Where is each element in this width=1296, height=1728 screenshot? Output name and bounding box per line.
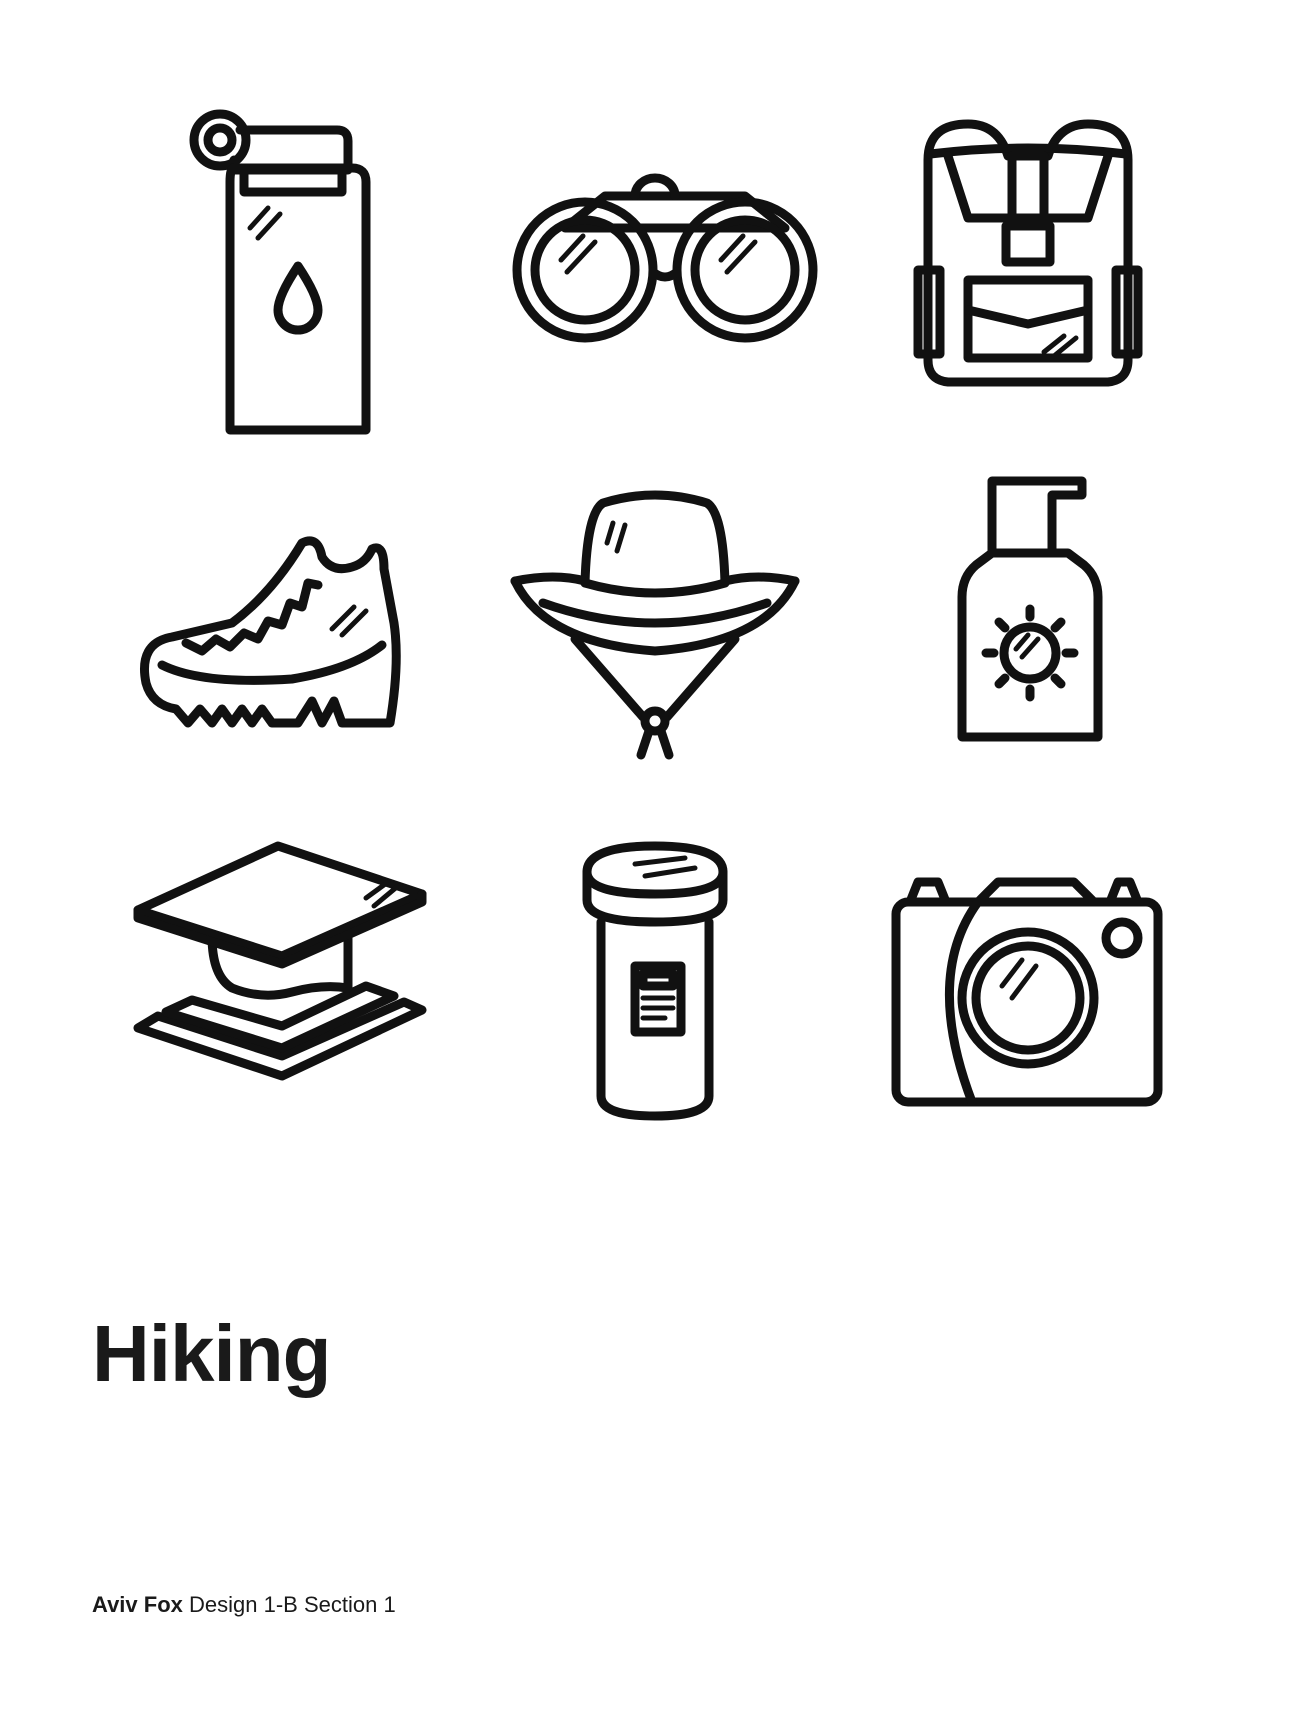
camera-icon	[891, 877, 1163, 1107]
binoculars-icon	[512, 173, 818, 343]
bucket-hat-icon	[510, 490, 800, 760]
icon-cell-backpack	[842, 88, 1215, 451]
icon-cell-water-bottle	[95, 88, 468, 451]
icon-cell-sunscreen-bottle	[842, 451, 1215, 814]
flashlight-icon	[582, 841, 728, 1121]
hiking-boot-icon	[139, 536, 401, 728]
backpack-icon	[913, 119, 1143, 387]
water-bottle-icon	[189, 109, 371, 435]
map-icon	[133, 841, 427, 1081]
icon-cell-binoculars	[468, 88, 841, 451]
page-title: Hiking	[92, 1309, 331, 1398]
credit-detail: Design 1-B Section 1	[189, 1592, 396, 1617]
icon-cell-flashlight	[468, 815, 841, 1178]
sunscreen-bottle-icon	[957, 476, 1103, 742]
icon-cell-hiking-boot	[95, 451, 468, 814]
icon-grid	[95, 88, 1215, 1178]
icon-cell-map	[95, 815, 468, 1178]
credit-line: Aviv Fox Design 1-B Section 1	[92, 1592, 396, 1618]
icon-cell-camera	[842, 815, 1215, 1178]
author-name: Aviv Fox	[92, 1592, 183, 1617]
icon-cell-bucket-hat	[468, 451, 841, 814]
